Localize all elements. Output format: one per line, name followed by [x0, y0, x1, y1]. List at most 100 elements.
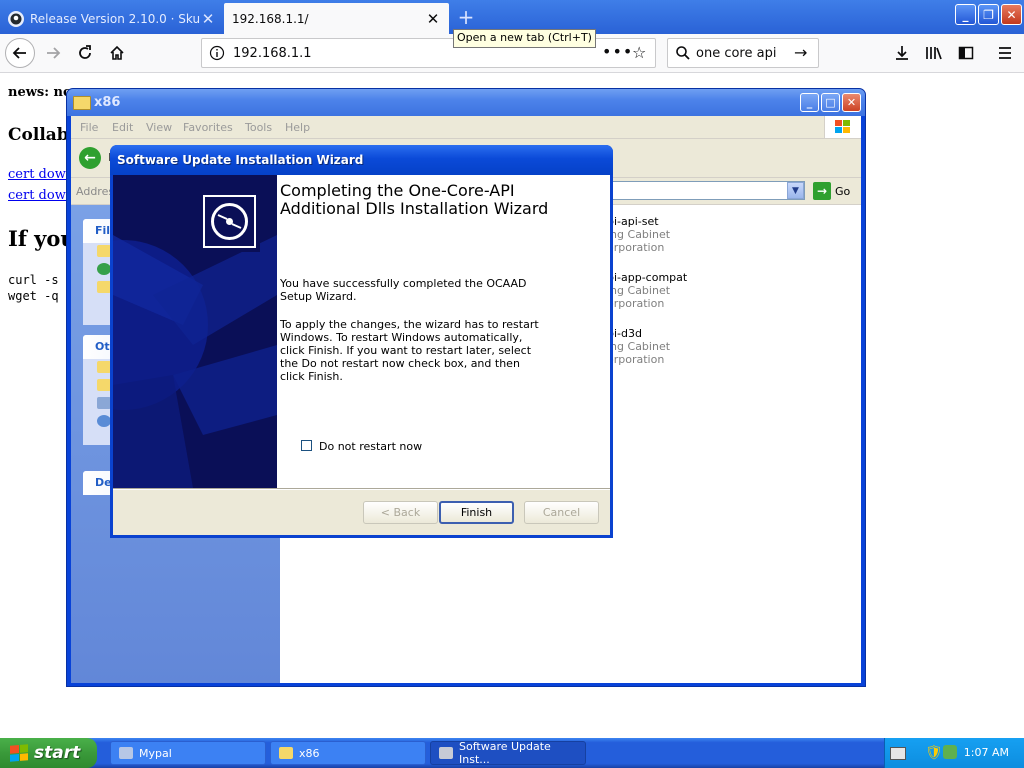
network-icon	[97, 415, 111, 427]
publish-task-item[interactable]	[97, 261, 111, 279]
menu-view[interactable]: View	[146, 121, 172, 134]
file-name: pi-app-compat	[607, 271, 688, 284]
taskbar-item-mypal[interactable]: Mypal	[110, 741, 266, 765]
menu-file[interactable]: File	[80, 121, 98, 134]
sidebar-icon[interactable]	[956, 44, 976, 62]
taskbar-item-wizard[interactable]: Software Update Inst...	[430, 740, 586, 766]
wizard-banner	[113, 175, 277, 488]
setup-wizard-dialog: Software Update Installation Wizard Comp…	[110, 145, 613, 538]
new-tab-tooltip: Open a new tab (Ctrl+T)	[453, 29, 596, 48]
page-actions-icon[interactable]: •••	[602, 42, 633, 61]
cancel-button[interactable]: Cancel	[524, 501, 599, 524]
chevron-down-icon[interactable]: ▼	[787, 182, 804, 199]
menu-help[interactable]: Help	[285, 121, 310, 134]
forward-arrow-icon	[47, 47, 61, 59]
close-tab-icon[interactable]: ✕	[200, 10, 216, 28]
home-button[interactable]	[102, 38, 132, 68]
search-input[interactable]: one core api	[696, 46, 776, 61]
setup-icon	[439, 747, 453, 759]
folder-task-item[interactable]	[97, 243, 111, 261]
documents-icon	[97, 379, 111, 391]
back-button[interactable]: < Back	[363, 501, 438, 524]
menu-tools[interactable]: Tools	[245, 121, 272, 134]
minimize-icon[interactable]: _	[800, 93, 819, 112]
new-tab-button[interactable]: +	[454, 5, 478, 29]
place-item[interactable]	[97, 377, 111, 395]
file-type: ing Cabinet	[607, 228, 671, 241]
cd-disc-icon	[199, 191, 260, 252]
finish-button[interactable]: Finish	[439, 501, 514, 524]
start-label: start	[34, 743, 81, 763]
task-label: x86	[299, 746, 320, 760]
search-box[interactable]: one core api →	[667, 38, 819, 68]
library-icon[interactable]	[924, 44, 944, 62]
info-icon[interactable]	[209, 45, 225, 61]
tab-active[interactable]: 192.168.1.1/ ✕	[224, 3, 449, 34]
menu-favorites[interactable]: Favorites	[183, 121, 233, 134]
completion-text: You have successfully completed the OCAA…	[280, 277, 527, 303]
close-icon[interactable]: ✕	[842, 93, 861, 112]
file-company: orporation	[607, 353, 665, 366]
wizard-content: Completing the One-Core-API Additional D…	[277, 175, 610, 488]
file-name: pi-api-set	[607, 215, 659, 228]
menu-hamburger-icon[interactable]	[995, 44, 1015, 62]
heading-line: Additional Dlls Installation Wizard	[280, 199, 549, 218]
bookmark-star-icon[interactable]: ☆	[632, 43, 646, 62]
file-item[interactable]: pi-app-compat ing Cabinet orporation	[607, 271, 687, 310]
folder-icon	[97, 281, 111, 293]
tab-release-version[interactable]: Release Version 2.10.0 · Skuiltrai ✕	[0, 3, 224, 34]
taskbar: start Mypal x86 Software Update Inst... …	[0, 738, 1024, 768]
menu-edit[interactable]: Edit	[112, 121, 133, 134]
close-tab-icon[interactable]: ✕	[425, 10, 441, 28]
forward-button[interactable]	[38, 38, 68, 68]
url-text: 192.168.1.1	[233, 46, 312, 61]
search-go-arrow-icon[interactable]: →	[794, 43, 807, 62]
do-not-restart-checkbox[interactable]	[301, 440, 312, 451]
network-icon[interactable]	[943, 745, 957, 759]
close-icon[interactable]: ✕	[1001, 4, 1022, 25]
folder-icon	[97, 245, 111, 257]
go-label[interactable]: Go	[835, 185, 850, 198]
place-item[interactable]	[97, 395, 111, 413]
clock[interactable]: 1:07 AM	[964, 746, 1009, 759]
keyboard-icon[interactable]	[890, 747, 906, 760]
windows-flag-icon	[824, 116, 861, 138]
back-button[interactable]	[5, 38, 35, 68]
home-icon	[110, 45, 124, 60]
reload-button[interactable]	[70, 38, 100, 68]
place-item[interactable]	[97, 359, 111, 377]
restart-instructions: To apply the changes, the wizard has to …	[280, 318, 539, 383]
security-shield-icon[interactable]: 🛡	[925, 745, 943, 761]
file-item[interactable]: pi-api-set ing Cabinet orporation	[607, 215, 670, 254]
cert-download-link[interactable]: cert down	[8, 167, 74, 182]
share-task-item[interactable]	[97, 279, 111, 297]
go-arrow-icon[interactable]: →	[813, 182, 831, 200]
restore-icon[interactable]: ❐	[978, 4, 999, 25]
downloads-icon[interactable]	[892, 44, 912, 62]
heading-line: Completing the One-Core-API	[280, 181, 515, 200]
file-item[interactable]: pi-d3d ing Cabinet orporation	[607, 327, 670, 366]
folder-icon	[97, 361, 111, 373]
file-type: ing Cabinet	[607, 284, 671, 297]
wget-command: wget -q	[8, 289, 59, 303]
cert-download-link[interactable]: cert down	[8, 188, 74, 203]
tab-title: Release Version 2.10.0 · Skuiltrai	[30, 11, 200, 26]
folder-icon	[73, 96, 91, 110]
collab-heading: Collab	[8, 125, 69, 145]
curl-command: curl -s	[8, 273, 59, 287]
wizard-title-bar[interactable]: Software Update Installation Wizard	[110, 145, 613, 175]
back-arrow-icon	[12, 47, 26, 59]
back-arrow-icon[interactable]: ←	[79, 147, 101, 169]
place-item[interactable]	[97, 413, 111, 431]
explorer-title-bar[interactable]: x86 _ □ ✕	[67, 89, 865, 116]
do-not-restart-label[interactable]: Do not restart now	[319, 440, 422, 453]
minimize-icon[interactable]: _	[955, 4, 976, 25]
wizard-title: Software Update Installation Wizard	[117, 153, 364, 167]
windows-flag-icon	[10, 744, 28, 762]
computer-icon	[97, 397, 111, 409]
maximize-icon[interactable]: □	[821, 93, 840, 112]
file-company: orporation	[607, 297, 665, 310]
taskbar-item-x86[interactable]: x86	[270, 741, 426, 765]
start-button[interactable]: start	[0, 738, 97, 768]
explorer-window-controls: _ □ ✕	[800, 93, 861, 112]
